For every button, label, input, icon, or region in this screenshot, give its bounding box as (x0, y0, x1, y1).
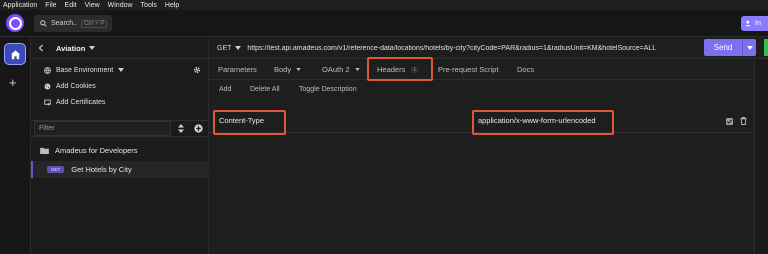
headers-toolbar: Add Delete All Toggle Description (209, 84, 754, 98)
checkmark-icon (726, 119, 733, 124)
tab-body[interactable]: Body (274, 65, 301, 74)
request-tabs: Parameters Body OAuth 2 Headers 1 Pre-re… (209, 60, 754, 80)
add-workspace-icon[interactable]: + (9, 75, 17, 90)
add-certificates-button[interactable]: Add Certificates (31, 94, 208, 110)
method-badge: GET (47, 166, 65, 173)
add-cookies-button[interactable]: Add Cookies (31, 78, 208, 94)
tab-auth-label: OAuth 2 (322, 65, 350, 74)
delete-all-button[interactable]: Delete All (250, 86, 280, 93)
add-certificates-label: Add Certificates (56, 98, 106, 106)
tab-pre-request-script[interactable]: Pre-request Script (438, 65, 498, 74)
menu-tools[interactable]: Tools (141, 2, 157, 9)
invite-button[interactable]: In (741, 16, 768, 31)
menu-view[interactable]: View (85, 2, 100, 9)
project-title: Aviation (56, 43, 86, 53)
menu-edit[interactable]: Edit (65, 2, 77, 9)
app-logo-icon (6, 14, 24, 32)
request-name: Get Hotels by City (71, 165, 132, 174)
top-bar: Search.. Ctrl + P In (0, 10, 768, 37)
url-bar: GET https://test.api.amadeus.com/v1/refe… (209, 38, 768, 59)
add-cookies-label: Add Cookies (56, 82, 96, 90)
folder-label: Amadeus for Developers (55, 145, 138, 155)
send-options-dropdown[interactable] (742, 39, 756, 56)
request-pane: GET https://test.api.amadeus.com/v1/refe… (209, 38, 768, 254)
gear-icon[interactable] (193, 66, 201, 74)
response-pane-edge (754, 60, 768, 254)
toggle-description-button[interactable]: Toggle Description (299, 86, 357, 93)
caret-down-icon (89, 46, 96, 50)
menu-help[interactable]: Help (165, 2, 179, 9)
folder-amadeus[interactable]: Amadeus for Developers (31, 143, 209, 157)
sidebar: Aviation Base Environment Add Cookies Ad… (31, 38, 209, 254)
cookie-icon (44, 83, 51, 89)
add-header-button[interactable]: Add (219, 86, 231, 93)
environment-label: Base Environment (56, 66, 114, 74)
tab-auth[interactable]: OAuth 2 (322, 65, 360, 74)
caret-down-icon (118, 68, 125, 72)
environment-selector[interactable]: Base Environment (31, 62, 208, 78)
request-get-hotels-by-city[interactable]: GET Get Hotels by City (31, 161, 209, 178)
status-indicator (764, 39, 768, 56)
header-value-highlight (472, 110, 614, 135)
add-item-icon[interactable] (194, 124, 203, 133)
trash-icon[interactable] (740, 117, 747, 125)
left-rail: + (0, 38, 31, 254)
menu-application[interactable]: Application (3, 2, 37, 9)
caret-down-icon (746, 45, 753, 50)
tab-docs[interactable]: Docs (517, 65, 534, 74)
menubar: Application File Edit View Window Tools … (0, 0, 768, 10)
folder-icon (40, 147, 49, 154)
sort-icon[interactable] (178, 124, 184, 133)
menu-window[interactable]: Window (108, 2, 133, 9)
tab-parameters[interactable]: Parameters (218, 65, 257, 74)
method-selector[interactable]: GET (217, 45, 231, 52)
send-button[interactable]: Send (704, 39, 756, 56)
project-selector[interactable]: Aviation (56, 43, 96, 53)
home-icon (10, 49, 20, 59)
url-input[interactable]: https://test.api.amadeus.com/v1/referenc… (247, 45, 730, 52)
project-header: Aviation (31, 38, 208, 59)
caret-down-icon[interactable] (235, 46, 242, 50)
search-label: Search.. (51, 20, 78, 27)
back-chevron-icon[interactable] (38, 44, 44, 52)
menu-file[interactable]: File (45, 2, 56, 9)
filter-bar: Filter (31, 120, 209, 137)
caret-down-icon (354, 68, 360, 71)
header-enabled-checkbox[interactable] (726, 118, 733, 125)
invite-label: In (755, 20, 761, 27)
search-shortcut: Ctrl + P (81, 19, 108, 28)
tab-body-label: Body (274, 65, 292, 74)
headers-tab-highlight (367, 57, 433, 81)
filter-input[interactable]: Filter (34, 121, 171, 136)
caret-down-icon (296, 68, 301, 71)
home-button[interactable] (4, 43, 26, 65)
globe-icon (44, 66, 51, 74)
user-plus-icon (745, 20, 751, 27)
search-input[interactable]: Search.. Ctrl + P (34, 15, 112, 32)
send-label: Send (713, 43, 733, 52)
search-icon (40, 20, 47, 27)
certificate-icon (44, 99, 51, 105)
header-name-highlight (213, 110, 286, 135)
filter-placeholder: Filter (39, 125, 55, 132)
